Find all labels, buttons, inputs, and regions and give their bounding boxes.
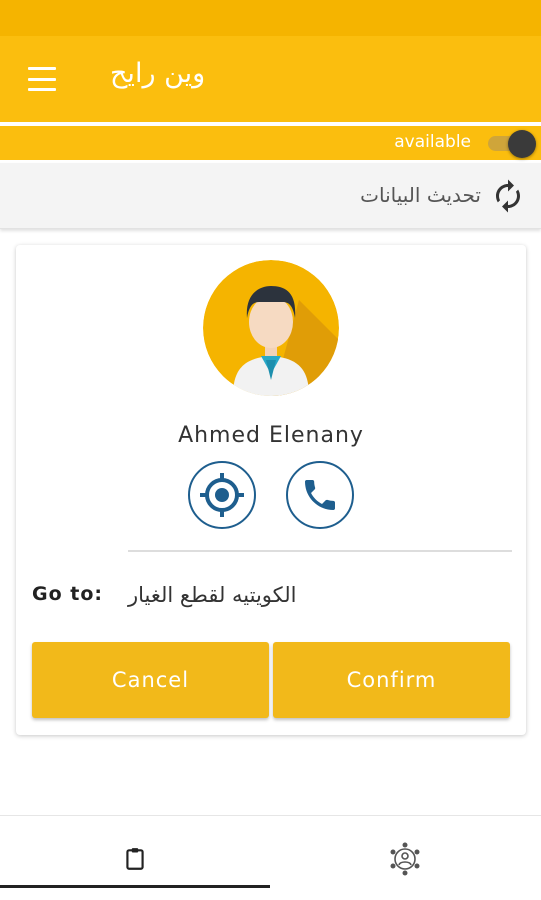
refresh-icon xyxy=(496,179,520,213)
destination-value: الكويتيه لقطع الغيار xyxy=(128,583,297,607)
target-location-icon xyxy=(200,473,244,517)
goto-label: Go to: xyxy=(32,583,103,605)
active-tab-indicator xyxy=(0,885,270,888)
hamburger-icon-line xyxy=(28,88,56,91)
driver-name: Ahmed Elenany xyxy=(178,423,364,448)
hamburger-icon-line xyxy=(28,77,56,81)
trip-card: Ahmed Elenany Go to: الكويتيه لقطع الغيا… xyxy=(16,245,526,735)
clipboard-icon xyxy=(126,847,144,870)
app-title: وين رايح xyxy=(110,58,206,89)
phone-icon xyxy=(305,480,335,510)
network-icon xyxy=(390,842,420,875)
app-bar: وين رايح xyxy=(0,36,541,122)
locate-button[interactable] xyxy=(188,461,256,529)
divider xyxy=(128,550,512,552)
availability-bar: available xyxy=(0,126,541,160)
call-button[interactable] xyxy=(286,461,354,529)
driver-avatar xyxy=(203,260,339,396)
availability-toggle[interactable] xyxy=(488,130,536,158)
status-bar xyxy=(0,0,541,36)
refresh-data-button[interactable]: تحديث البيانات xyxy=(0,163,541,229)
hamburger-icon-line xyxy=(28,67,56,70)
availability-label: available xyxy=(394,132,471,152)
menu-button[interactable] xyxy=(22,62,62,96)
refresh-label: تحديث البيانات xyxy=(360,183,481,207)
bottom-navigation xyxy=(0,815,541,900)
tab-network[interactable] xyxy=(270,816,540,900)
cancel-button[interactable]: Cancel xyxy=(32,642,269,718)
toggle-knob xyxy=(508,130,536,158)
confirm-button[interactable]: Confirm xyxy=(273,642,510,718)
